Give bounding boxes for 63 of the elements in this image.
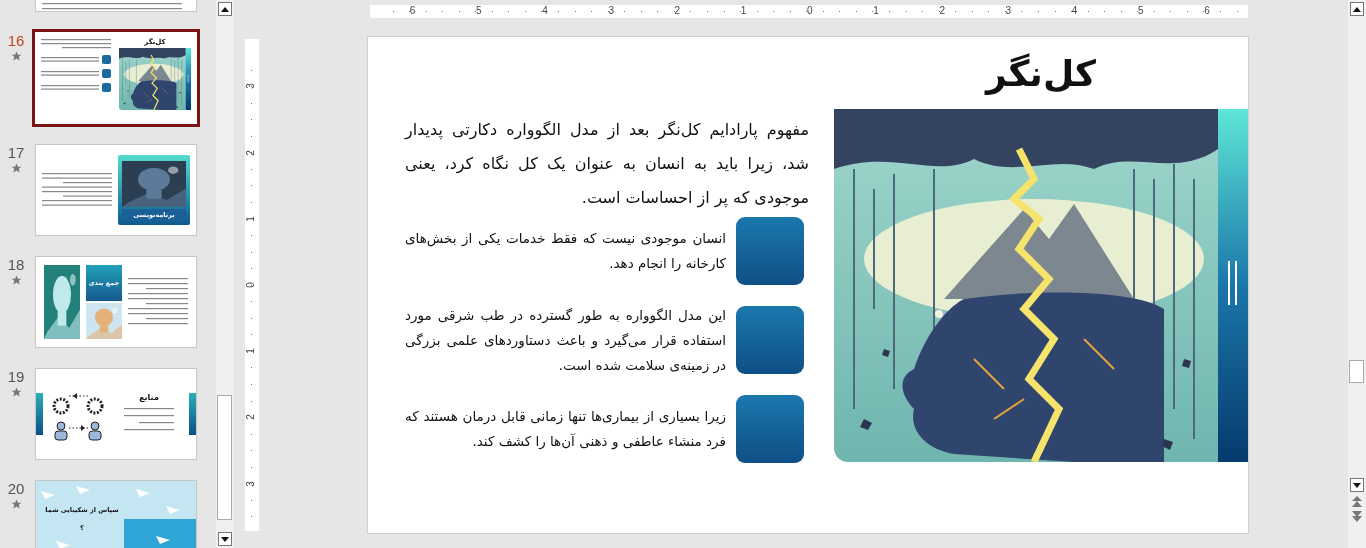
bullet-tile — [736, 306, 804, 374]
up-triangle-icon — [221, 6, 229, 12]
ruler-number: 2 — [674, 6, 681, 16]
ruler-number: 2 — [245, 149, 256, 156]
ruler-number: 2 — [939, 6, 945, 16]
side-bar — [189, 393, 196, 435]
ruler-number: 4 — [542, 6, 548, 16]
scroll-down-button[interactable] — [218, 532, 232, 546]
slide-thumbnail[interactable]: منابع — [35, 368, 197, 460]
text-lines-drawing — [41, 84, 99, 91]
scrollbar-thumb[interactable] — [1349, 360, 1364, 383]
text-lines-drawing — [41, 70, 99, 77]
star-icon — [10, 275, 22, 286]
scrollbar-thumb[interactable] — [217, 395, 232, 520]
ruler-number: 0 — [807, 6, 813, 16]
ruler-number: 3 — [245, 83, 256, 90]
ruler-number: 1 — [245, 348, 256, 354]
scroll-up-button[interactable] — [1350, 2, 1364, 16]
bullet-tile — [102, 69, 111, 78]
star-icon — [10, 387, 22, 398]
text-lines-drawing — [128, 277, 188, 327]
bullet-tile — [736, 395, 804, 463]
intro-paragraph: مفهوم پارادایم کل‌نگر بعد از مدل الگوواره دکارتی پدیدار شد، زیرا باید به انسان به عنوان یک کل نگاه کرد، یعنی موجودی که پر از احساسات است. — [405, 119, 809, 210]
star-icon — [10, 499, 22, 510]
ruler-number: 1 — [740, 6, 747, 16]
slide-title: کل‌نگر — [983, 52, 1097, 94]
slide-number: 20 — [7, 480, 25, 497]
bullet-tile — [102, 83, 111, 92]
scroll-down-button[interactable] — [1350, 478, 1364, 492]
bullet-tile — [102, 55, 111, 64]
down-triangle-icon — [221, 536, 229, 542]
ruler-number: 6 — [409, 6, 416, 16]
ruler-number: 1 — [245, 216, 256, 222]
up-triangle-icon — [1353, 6, 1361, 12]
ruler-number: 1 — [873, 6, 879, 16]
next-slide-icon[interactable] — [1352, 511, 1362, 522]
previous-slide-icon[interactable] — [1352, 496, 1362, 507]
ruler-number: 3 — [1005, 6, 1012, 16]
ruler-number: 5 — [1138, 6, 1144, 16]
slide-number: 18 — [7, 256, 25, 273]
bullet-tile — [736, 217, 804, 285]
point-text: زیرا بسیاری از بیماری‌ها تنها زمانی قابل درمان هستند که فرد منشاء عاطفی و ذهنی آن‌ها را کشف کند. — [405, 407, 726, 452]
slide-number: 17 — [7, 144, 25, 161]
scroll-up-button[interactable] — [218, 2, 232, 16]
star-icon — [10, 51, 22, 62]
text-lines-drawing — [42, 172, 112, 208]
slide-number: 19 — [7, 368, 25, 385]
ruler-number: 0 — [245, 282, 256, 288]
ruler-number: 5 — [476, 6, 482, 16]
thumbnail-title: منابع — [139, 393, 159, 403]
ruler-number: 2 — [245, 414, 256, 421]
slide-number: 16 — [7, 32, 25, 49]
ruler-number: 3 — [608, 6, 614, 16]
point-text: این مدل الگوواره به طور گسترده در طب شرقی مورد استفاده قرار می‌گیرد و باعث دستاوردهای علمی بزرگی در زمینه‌ی سلامت شده است. — [405, 305, 726, 376]
star-icon — [10, 163, 22, 174]
text-lines-drawing — [41, 56, 99, 63]
side-bar — [36, 393, 43, 435]
text-lines-drawing — [41, 38, 111, 50]
ruler-number: 4 — [1071, 6, 1078, 16]
ruler-number: 3 — [245, 480, 256, 487]
down-triangle-icon — [1353, 482, 1361, 488]
point-text: انسان موجودی نیست که فقط خدمات یکی از بخش‌های کارخانه را انجام دهد. — [405, 229, 726, 274]
ruler-number: 6 — [1204, 6, 1210, 16]
